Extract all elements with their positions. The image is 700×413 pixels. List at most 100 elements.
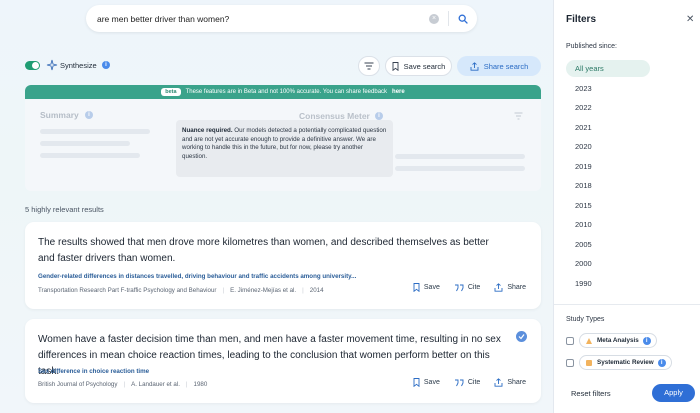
share-icon bbox=[494, 378, 503, 387]
cite-button[interactable]: Cite bbox=[454, 378, 480, 387]
paper-title[interactable]: Gender-related differences in distances … bbox=[38, 273, 356, 280]
year-option[interactable]: 2022 bbox=[575, 103, 592, 112]
systematic-review-info-icon[interactable]: i bbox=[657, 358, 666, 367]
year-option[interactable]: 2010 bbox=[575, 220, 592, 229]
journal-name: Transportation Research Part F-traffic P… bbox=[38, 287, 217, 294]
clear-search-icon[interactable]: × bbox=[429, 13, 439, 24]
nuance-tooltip: Nuance required. Our models detected a p… bbox=[176, 120, 393, 177]
meta-separator: | bbox=[123, 381, 126, 388]
quote-icon bbox=[454, 284, 464, 291]
year-option[interactable]: 2023 bbox=[575, 84, 592, 93]
result-claim[interactable]: The results showed that men drove more k… bbox=[38, 235, 508, 267]
publication-year: 2014 bbox=[309, 287, 324, 294]
systematic-review-option[interactable]: Systematic Review i bbox=[579, 355, 672, 370]
share-icon bbox=[470, 61, 479, 71]
meta-analysis-info-icon[interactable]: i bbox=[642, 336, 651, 345]
result-card[interactable]: The results showed that men drove more k… bbox=[25, 222, 541, 309]
beta-banner: beta These features are in Beta and not … bbox=[25, 85, 541, 99]
share-search-label: Share search bbox=[483, 61, 529, 71]
meter-info-icon[interactable]: i bbox=[375, 112, 383, 120]
summary-label: Summary bbox=[40, 110, 79, 120]
meta-analysis-label: Meta Analysis bbox=[597, 337, 639, 344]
summary-info-icon[interactable]: i bbox=[85, 111, 93, 119]
cite-label: Cite bbox=[467, 379, 481, 386]
filters-panel: Filters ✕ Published since: All years 202… bbox=[553, 0, 700, 413]
save-button[interactable]: Save bbox=[413, 378, 440, 387]
bookmark-icon bbox=[392, 61, 399, 71]
apply-button[interactable]: Apply bbox=[652, 384, 695, 402]
sparkle-icon bbox=[46, 59, 58, 71]
publication-year: 1980 bbox=[193, 381, 208, 388]
paper-title[interactable]: Sex difference in choice reaction time bbox=[38, 368, 149, 375]
reset-filters-button[interactable]: Reset filters bbox=[571, 389, 611, 398]
close-icon[interactable]: ✕ bbox=[686, 14, 694, 25]
save-button[interactable]: Save bbox=[413, 283, 440, 292]
year-option[interactable]: 2021 bbox=[575, 123, 592, 132]
search-icon bbox=[458, 14, 468, 24]
systematic-review-checkbox[interactable] bbox=[566, 359, 574, 367]
save-search-label: Save search bbox=[403, 61, 446, 71]
meta-separator: | bbox=[222, 287, 225, 294]
meta-analysis-checkbox[interactable] bbox=[566, 337, 574, 345]
result-actions: Save Cite Share bbox=[413, 283, 526, 292]
meter-placeholder-bar bbox=[395, 166, 525, 171]
meta-separator: | bbox=[302, 287, 304, 294]
bookmark-icon bbox=[413, 378, 420, 387]
paper-meta: British Journal of Psychology | A. Landa… bbox=[38, 381, 207, 388]
check-badge-icon bbox=[516, 331, 527, 342]
author-list: E. Jiménez-Mejías et al. bbox=[230, 287, 297, 294]
year-option[interactable]: 2018 bbox=[575, 181, 592, 190]
year-option[interactable]: 2005 bbox=[575, 240, 592, 249]
share-label: Share bbox=[507, 379, 526, 386]
synthesize-label: Synthesize bbox=[60, 61, 97, 70]
placeholder-line bbox=[40, 129, 150, 134]
filter-icon[interactable] bbox=[514, 112, 523, 120]
bookmark-icon bbox=[413, 283, 420, 292]
synthesize-info-icon[interactable]: i bbox=[102, 61, 110, 69]
search-bar[interactable]: are men better driver than women? × bbox=[86, 5, 477, 32]
paper-meta: Transportation Research Part F-traffic P… bbox=[38, 287, 324, 294]
filters-title: Filters bbox=[566, 14, 597, 25]
results-count: 5 highly relevant results bbox=[25, 205, 104, 214]
share-search-button[interactable]: Share search bbox=[457, 56, 541, 76]
result-card[interactable]: Women have a faster decision time than m… bbox=[25, 319, 541, 403]
year-option-all[interactable]: All years bbox=[566, 60, 650, 77]
beta-message: These features are in Beta and not 100% … bbox=[185, 89, 388, 95]
share-button[interactable]: Share bbox=[494, 378, 526, 387]
year-option[interactable]: 1990 bbox=[575, 279, 592, 288]
meta-analysis-icon bbox=[586, 337, 592, 344]
save-label: Save bbox=[423, 379, 440, 386]
year-option[interactable]: 2000 bbox=[575, 259, 592, 268]
study-types-label: Study Types bbox=[566, 316, 605, 323]
filter-icon bbox=[364, 62, 374, 70]
placeholder-line bbox=[40, 141, 130, 146]
search-input[interactable]: are men better driver than women? bbox=[97, 14, 429, 24]
systematic-review-icon bbox=[586, 359, 592, 366]
synthesize-toggle[interactable] bbox=[25, 61, 40, 70]
beta-tag: beta bbox=[161, 88, 181, 96]
panel-divider bbox=[554, 304, 700, 305]
journal-name: British Journal of Psychology bbox=[38, 381, 118, 388]
meta-analysis-option[interactable]: Meta Analysis i bbox=[579, 333, 657, 348]
search-button[interactable] bbox=[449, 14, 477, 24]
meta-separator: | bbox=[185, 381, 188, 388]
quote-icon bbox=[454, 379, 464, 386]
year-option[interactable]: 2015 bbox=[575, 201, 592, 210]
save-search-button[interactable]: Save search bbox=[385, 56, 452, 76]
feedback-link[interactable]: here bbox=[392, 89, 405, 95]
filter-button[interactable] bbox=[358, 56, 380, 76]
year-option[interactable]: 2020 bbox=[575, 142, 592, 151]
systematic-review-label: Systematic Review bbox=[597, 359, 654, 366]
share-label: Share bbox=[507, 284, 526, 291]
results-area: are men better driver than women? × Synt… bbox=[0, 0, 553, 413]
result-actions: Save Cite Share bbox=[413, 378, 526, 387]
placeholder-line bbox=[40, 153, 140, 158]
nuance-title: Nuance required. bbox=[182, 127, 233, 134]
save-label: Save bbox=[423, 284, 440, 291]
year-option[interactable]: 2019 bbox=[575, 162, 592, 171]
cite-button[interactable]: Cite bbox=[454, 283, 480, 292]
share-button[interactable]: Share bbox=[494, 283, 526, 292]
meter-placeholder-bar bbox=[395, 154, 525, 159]
cite-label: Cite bbox=[467, 284, 481, 291]
author-list: A. Landauer et al. bbox=[131, 381, 180, 388]
